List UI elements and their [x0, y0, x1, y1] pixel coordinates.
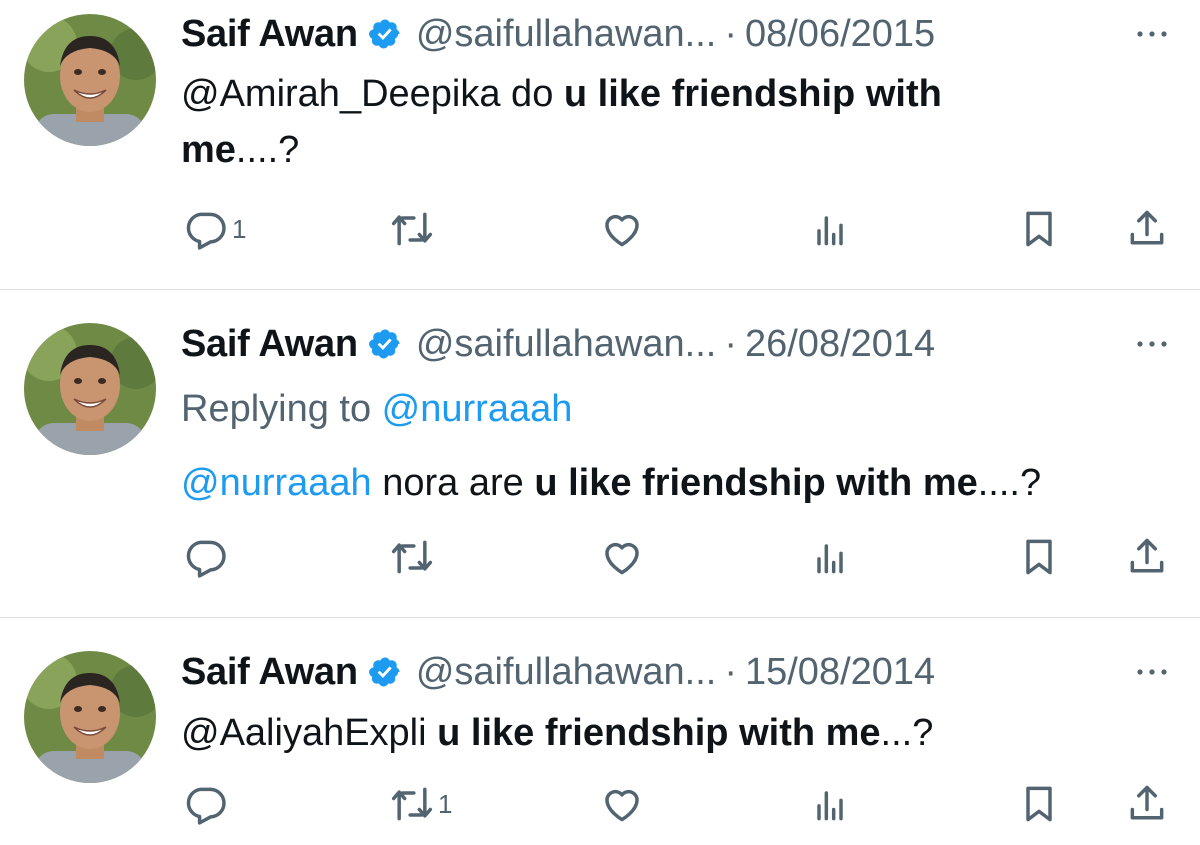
heart-icon	[600, 207, 644, 251]
replying-prefix: Replying to	[181, 388, 382, 430]
more-icon[interactable]	[1132, 662, 1172, 682]
tweet-header: Saif Awan @saifullahawan... · 08/06/2015	[181, 10, 935, 58]
views-icon	[808, 782, 852, 826]
heart-icon	[600, 782, 644, 826]
share-icon	[1125, 782, 1169, 826]
more-icon[interactable]	[1132, 24, 1172, 44]
tweet-text: @AaliyahExpli u like friendship with me.…	[181, 705, 1160, 761]
replying-to: Replying to @nurraaah	[181, 381, 572, 437]
tweet-text: @Amirah_Deepika do u like friendship wit…	[181, 66, 1160, 178]
reply-button[interactable]	[184, 535, 232, 579]
share-button[interactable]	[1125, 782, 1169, 826]
tail-text: ....?	[977, 462, 1042, 504]
author-name[interactable]: Saif Awan	[181, 323, 358, 366]
like-button[interactable]	[600, 207, 644, 251]
bold-text: u like friendship with	[563, 73, 942, 115]
retweet-button[interactable]	[390, 535, 438, 579]
reply-icon	[184, 782, 228, 826]
author-handle[interactable]: @saifullahawan...	[416, 323, 717, 366]
heart-icon	[600, 535, 644, 579]
tweet-date[interactable]: 08/06/2015	[745, 13, 935, 56]
views-icon	[808, 535, 852, 579]
tweet-date[interactable]: 15/08/2014	[745, 651, 935, 694]
share-button[interactable]	[1125, 535, 1169, 579]
author-name[interactable]: Saif Awan	[181, 13, 358, 56]
avatar[interactable]	[24, 651, 156, 783]
tweet-card[interactable]: Saif Awan @saifullahawan... · 08/06/2015…	[0, 0, 1200, 289]
bookmark-button[interactable]	[1017, 782, 1061, 826]
tweet-text: @nurraaah nora are u like friendship wit…	[181, 455, 1160, 511]
tweet-card[interactable]: Saif Awan @saifullahawan... · 15/08/2014…	[0, 618, 1200, 845]
bookmark-button[interactable]	[1017, 207, 1061, 251]
mention[interactable]: @nurraaah	[181, 462, 372, 504]
avatar[interactable]	[24, 323, 156, 455]
reply-count: 1	[232, 213, 247, 244]
bold-text: u like friendship with me	[437, 712, 881, 754]
replying-to-link[interactable]: @nurraaah	[382, 388, 573, 430]
retweet-count: 1	[438, 788, 453, 819]
share-icon	[1125, 207, 1169, 251]
plain-text: do	[500, 73, 564, 115]
views-button[interactable]	[808, 207, 852, 251]
views-button[interactable]	[808, 535, 852, 579]
bookmark-button[interactable]	[1017, 535, 1061, 579]
verified-badge-icon	[368, 655, 402, 689]
reply-icon	[184, 207, 228, 251]
bookmark-icon	[1017, 207, 1061, 251]
like-button[interactable]	[600, 535, 644, 579]
views-icon	[808, 207, 852, 251]
reply-button[interactable]	[184, 782, 232, 826]
tweet-header: Saif Awan @saifullahawan... · 26/08/2014	[181, 320, 935, 368]
bookmark-icon	[1017, 782, 1061, 826]
avatar[interactable]	[24, 14, 156, 146]
retweet-icon	[390, 535, 434, 579]
retweet-button[interactable]: 1	[390, 782, 452, 826]
like-button[interactable]	[600, 782, 644, 826]
retweet-icon	[390, 782, 434, 826]
retweet-icon	[390, 207, 434, 251]
tail-text: ....?	[235, 129, 300, 171]
retweet-button[interactable]	[390, 207, 438, 251]
plain-text	[427, 712, 438, 754]
bookmark-icon	[1017, 535, 1061, 579]
share-button[interactable]	[1125, 207, 1169, 251]
more-icon[interactable]	[1132, 334, 1172, 354]
bold-text: me	[181, 129, 236, 171]
mention[interactable]: @Amirah_Deepika	[181, 73, 501, 115]
mention[interactable]: @AaliyahExpli	[181, 712, 427, 754]
verified-badge-icon	[368, 327, 402, 361]
bold-text: u like friendship with me	[534, 462, 978, 504]
tail-text: ...?	[880, 712, 934, 754]
verified-badge-icon	[368, 17, 402, 51]
reply-button[interactable]: 1	[184, 207, 246, 251]
author-name[interactable]: Saif Awan	[181, 651, 358, 694]
separator: ·	[724, 322, 737, 365]
views-button[interactable]	[808, 782, 852, 826]
separator: ·	[724, 12, 737, 55]
tweet-feed: Saif Awan @saifullahawan... · 08/06/2015…	[0, 0, 1200, 845]
plain-text: nora are	[371, 462, 535, 504]
author-handle[interactable]: @saifullahawan...	[416, 651, 717, 694]
author-handle[interactable]: @saifullahawan...	[416, 13, 717, 56]
tweet-card[interactable]: Saif Awan @saifullahawan... · 26/08/2014…	[0, 290, 1200, 617]
separator: ·	[724, 650, 737, 693]
tweet-header: Saif Awan @saifullahawan... · 15/08/2014	[181, 648, 935, 696]
tweet-date[interactable]: 26/08/2014	[745, 323, 935, 366]
share-icon	[1125, 535, 1169, 579]
reply-icon	[184, 535, 228, 579]
